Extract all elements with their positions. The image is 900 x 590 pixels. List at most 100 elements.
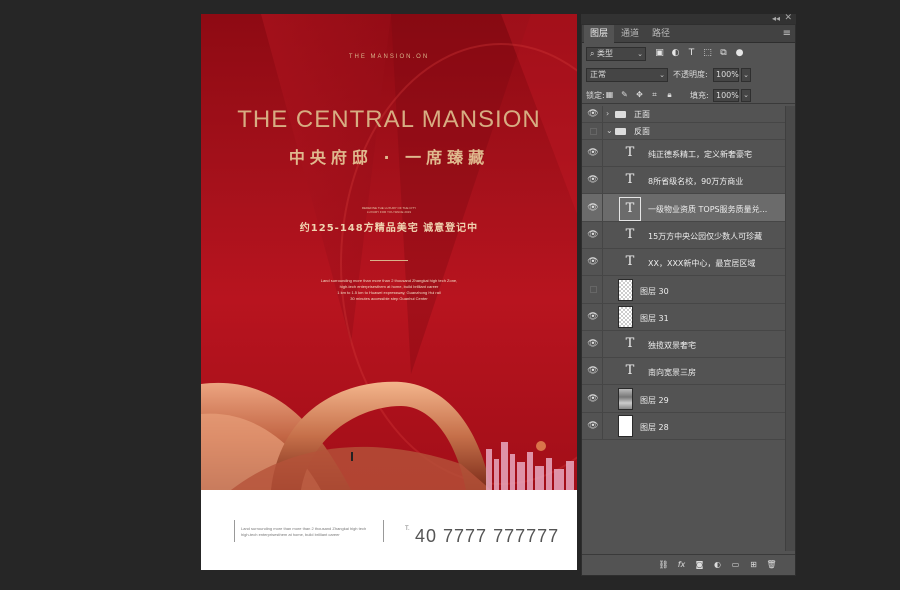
filter-type-icon[interactable]: T xyxy=(686,47,697,59)
chevron-right-icon[interactable]: › xyxy=(606,109,609,118)
layer-separator xyxy=(602,413,603,439)
text-layer-icon: T xyxy=(625,363,635,378)
layer-mask-icon[interactable]: ◙ xyxy=(694,559,705,570)
layer-separator xyxy=(602,249,603,275)
layer-pixel[interactable]: 图层 30 xyxy=(582,276,785,304)
layer-separator xyxy=(602,304,603,330)
fx-icon[interactable]: fx xyxy=(676,559,687,570)
new-layer-icon[interactable]: ⊞ xyxy=(748,559,759,570)
eye-icon[interactable]: 👁︎ xyxy=(587,148,599,158)
lock-all-icon[interactable]: 🔒︎ xyxy=(664,89,675,100)
blend-row: 正常 ⌄ 不透明度: 100% ⌄ xyxy=(582,68,795,84)
new-group-icon[interactable]: ▭ xyxy=(730,559,741,570)
trash-icon[interactable]: 🗑︎ xyxy=(766,559,777,570)
tab-layers[interactable]: 图层 xyxy=(584,25,614,43)
tab-paths[interactable]: 路径 xyxy=(646,25,676,43)
layer-text[interactable]: 👁︎ T XX，XXX新中心，最宜居区域 xyxy=(582,249,785,276)
layer-text[interactable]: 👁︎ T 纯正德系精工，定义新奢豪宅 xyxy=(582,140,785,167)
text-layer-icon: T xyxy=(625,172,635,187)
fill-input[interactable]: 100% xyxy=(713,89,739,102)
layer-thumbnail xyxy=(618,306,633,328)
eye-icon[interactable]: 👁︎ xyxy=(587,175,599,185)
collapse-panel-icon[interactable]: ◂◂ xyxy=(772,14,780,23)
layer-text[interactable]: 👁︎ T 独揽双景奢宅 xyxy=(582,331,785,358)
layer-separator xyxy=(602,331,603,357)
layer-name: XX，XXX新中心，最宜居区域 xyxy=(648,259,756,268)
search-icon: ⌕ xyxy=(590,49,598,58)
layer-name: 图层 31 xyxy=(640,314,669,323)
layer-name: 一级物业资质 TOPS服务质量兑... xyxy=(648,205,768,214)
filter-shape-icon[interactable]: ⬚ xyxy=(702,47,713,59)
lock-row: 锁定: ▦ ✎ ✥ ⌗ 🔒︎ 填充: 100% ⌄ xyxy=(582,88,795,104)
layer-pixel[interactable]: 👁︎ 图层 29 xyxy=(582,385,785,413)
text-layer-icon: T xyxy=(619,197,641,221)
layer-separator xyxy=(602,222,603,248)
layer-name: 正面 xyxy=(634,110,650,119)
layer-pixel[interactable]: 👁︎ 图层 31 xyxy=(582,304,785,331)
lock-artboard-icon[interactable]: ⌗ xyxy=(649,89,660,100)
opacity-dropdown-icon[interactable]: ⌄ xyxy=(741,68,751,82)
filter-adjustment-icon[interactable]: ◐ xyxy=(670,47,681,59)
poster-footer: Land surrounding more than more than 2 t… xyxy=(201,490,577,570)
lock-position-icon[interactable]: ✥ xyxy=(634,89,645,100)
lock-label: 锁定: xyxy=(586,91,605,100)
blend-mode-value: 正常 xyxy=(590,70,606,79)
fill-dropdown-icon[interactable]: ⌄ xyxy=(741,89,751,102)
filter-icons: ▣ ◐ T ⬚ ⧉ ● xyxy=(654,47,745,61)
layer-text[interactable]: 👁︎ T 8所省级名校，90万方商业 xyxy=(582,167,785,194)
layer-name: 15万方中央公园仅少数人可珍藏 xyxy=(648,232,763,241)
close-panel-icon[interactable]: ✕ xyxy=(784,13,792,23)
eye-icon[interactable]: 👁︎ xyxy=(587,312,599,322)
eye-icon[interactable]: 👁︎ xyxy=(587,421,599,431)
layers-scrollbar[interactable] xyxy=(785,106,795,551)
eye-icon[interactable]: 👁︎ xyxy=(587,230,599,240)
eye-icon[interactable]: 👁︎ xyxy=(587,394,599,404)
layer-name: 图层 28 xyxy=(640,423,669,432)
adjustment-layer-icon[interactable]: ◐ xyxy=(712,559,723,570)
layer-name: 南向宽景三房 xyxy=(648,368,696,377)
eye-icon[interactable]: 👁︎ xyxy=(587,366,599,376)
chevron-down-icon[interactable]: ⌄ xyxy=(606,126,613,135)
poster-background: THE MANSION.ON THE CENTRAL MANSION 中央府邸 … xyxy=(201,14,577,490)
poster-title: THE CENTRAL MANSION xyxy=(237,106,541,133)
layer-name: 反面 xyxy=(634,127,650,136)
blend-mode-select[interactable]: 正常 ⌄ xyxy=(586,68,668,82)
footer-text: Land surrounding more than more than 2 t… xyxy=(241,526,367,537)
text-layer-icon: T xyxy=(625,254,635,269)
filter-toggle-icon[interactable]: ● xyxy=(734,47,745,59)
layers-panel: 图层 通道 路径 ≡ ⌕ 类型 ⌄ ▣ ◐ T ⬚ ⧉ ● 正常 ⌄ 不透明度:… xyxy=(581,24,796,576)
poster-micro-text: REDEFINE THE LUXURY OF THE CITY LUXURY F… xyxy=(361,206,417,214)
layer-group-back[interactable]: ⌄ 反面 xyxy=(582,123,785,140)
layer-text[interactable]: 👁︎ T 南向宽景三房 xyxy=(582,358,785,385)
layer-name: 图层 30 xyxy=(640,287,669,296)
opacity-input[interactable]: 100% xyxy=(713,68,739,82)
eye-icon[interactable]: 👁︎ xyxy=(587,203,599,213)
text-layer-icon: T xyxy=(625,227,635,242)
layer-pixel[interactable]: 👁︎ 图层 28 xyxy=(582,413,785,440)
lock-paint-icon[interactable]: ✎ xyxy=(619,89,630,100)
panel-menu-icon[interactable]: ≡ xyxy=(783,28,791,39)
text-layer-icon: T xyxy=(625,336,635,351)
filter-type-select[interactable]: ⌕ 类型 ⌄ xyxy=(586,47,646,61)
layer-separator xyxy=(602,123,603,139)
eye-hidden-icon[interactable] xyxy=(590,128,597,135)
footer-bracket-left xyxy=(229,520,235,542)
poster-brand-mark: THE MANSION.ON xyxy=(348,54,430,60)
poster-canvas[interactable]: THE MANSION.ON THE CENTRAL MANSION 中央府邸 … xyxy=(201,14,577,570)
tab-channels[interactable]: 通道 xyxy=(615,25,645,43)
layer-group-front[interactable]: 👁︎ › 正面 xyxy=(582,106,785,123)
link-layers-icon[interactable]: ⛓︎ xyxy=(658,559,669,570)
layer-filter-row: ⌕ 类型 ⌄ ▣ ◐ T ⬚ ⧉ ● xyxy=(582,47,795,63)
lock-transparent-icon[interactable]: ▦ xyxy=(604,89,615,100)
eye-icon[interactable]: 👁︎ xyxy=(587,109,599,119)
eye-hidden-icon[interactable] xyxy=(590,286,597,293)
filter-type-label: 类型 xyxy=(597,49,614,58)
layer-text[interactable]: 👁︎ T 15万方中央公园仅少数人可珍藏 xyxy=(582,222,785,249)
eye-icon[interactable]: 👁︎ xyxy=(587,339,599,349)
eye-icon[interactable]: 👁︎ xyxy=(587,257,599,267)
filter-smart-object-icon[interactable]: ⧉ xyxy=(718,47,729,59)
layer-separator xyxy=(602,358,603,384)
layer-text-selected[interactable]: 👁︎ T 一级物业资质 TOPS服务质量兑... xyxy=(582,194,785,222)
layer-name: 独揽双景奢宅 xyxy=(648,341,696,350)
filter-pixel-icon[interactable]: ▣ xyxy=(654,47,665,59)
